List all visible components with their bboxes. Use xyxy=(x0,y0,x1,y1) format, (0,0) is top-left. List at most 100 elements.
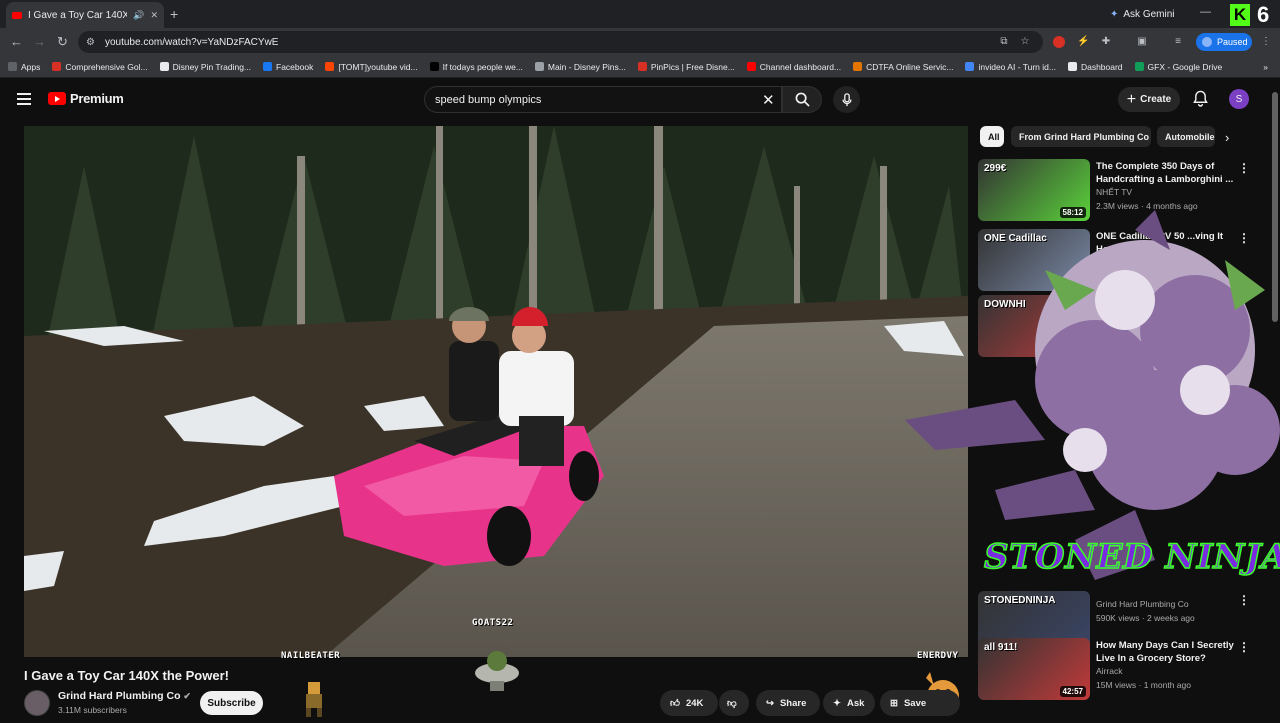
youtube-premium-logo[interactable]: Premium xyxy=(48,91,124,106)
chips-next-icon[interactable]: › xyxy=(1225,130,1229,145)
bookmark-favicon-icon xyxy=(325,62,335,71)
install-app-icon[interactable]: ⧉ xyxy=(998,36,1010,48)
bookmark-item[interactable]: Apps xyxy=(8,62,40,72)
account-avatar[interactable]: S xyxy=(1229,89,1249,109)
save-playlist-icon: ⊞ xyxy=(890,697,898,709)
subscribe-button[interactable]: Subscribe xyxy=(200,691,263,715)
bookmark-item[interactable]: invideo AI - Turn id... xyxy=(965,62,1056,72)
bookmark-item[interactable]: PinPics | Free Disne... xyxy=(637,62,735,72)
share-button[interactable]: ↪ Share xyxy=(756,690,820,716)
youtube-header: Premium speed bump olympics ✕ + Create S xyxy=(0,78,1280,122)
menu-hamburger-icon[interactable] xyxy=(17,93,31,108)
video-thumbnail[interactable]: all 911! 42:57 xyxy=(978,638,1090,700)
profile-icon xyxy=(1202,37,1212,47)
url-text: youtube.com/watch?v=YaNDzFACYwE xyxy=(104,36,279,48)
bookmarks-overflow-icon[interactable]: » xyxy=(1263,62,1268,72)
voice-search-button[interactable] xyxy=(833,86,860,113)
channel-name[interactable]: Grind Hard Plumbing Co ✔ xyxy=(58,690,191,702)
bookmark-favicon-icon xyxy=(429,62,439,71)
search-button[interactable] xyxy=(782,86,822,113)
like-button[interactable]: 👍︎ 24K xyxy=(660,690,718,716)
save-button[interactable]: ⊞ Save xyxy=(880,690,960,716)
browser-toolbar: ← → ↻ ⚙ youtube.com/watch?v=YaNDzFACYwE … xyxy=(0,28,1280,56)
notifications-bell-icon[interactable] xyxy=(1193,90,1208,112)
page-scrollbar[interactable] xyxy=(1272,92,1278,322)
related-video-meta: 15M views · 1 month ago xyxy=(1096,680,1191,690)
chip-channel[interactable]: From Grind Hard Plumbing Co xyxy=(1011,126,1151,147)
profile-paused-button[interactable]: Paused xyxy=(1196,33,1252,51)
more-actions-icon[interactable]: ⋮ xyxy=(1238,593,1250,607)
microphone-icon xyxy=(841,92,852,106)
bookmark-favicon-icon xyxy=(965,62,975,71)
related-video-title[interactable]: How Many Days Can I Secretly Live In a G… xyxy=(1096,639,1236,665)
youtube-favicon-icon xyxy=(12,11,22,19)
bookmark-item[interactable]: [TOMT]youtube vid... xyxy=(325,62,418,72)
back-icon[interactable]: ← xyxy=(10,34,23,49)
stoned-ninja-overlay xyxy=(895,210,1280,590)
more-actions-icon[interactable]: ⋮ xyxy=(1238,161,1250,175)
bookmark-favicon-icon xyxy=(853,62,863,71)
save-label: Save xyxy=(903,697,927,709)
apps-grid-icon xyxy=(8,62,17,71)
thumbnail-text: 299€ xyxy=(984,163,1007,174)
video-player[interactable] xyxy=(24,126,968,657)
related-video-title[interactable]: The Complete 350 Days of Handcrafting a … xyxy=(1096,160,1236,186)
share-icon: ↪ xyxy=(766,697,774,709)
bookmark-item[interactable]: Facebook xyxy=(263,62,313,72)
related-video-channel[interactable]: Airrack xyxy=(1096,666,1122,676)
overlay-name-right: ENERDVY xyxy=(917,651,959,661)
tab-title: I Gave a Toy Car 140X the P xyxy=(28,9,128,21)
subscriber-count: 3.11M subscribers xyxy=(58,705,127,715)
tab-audio-icon[interactable]: 🔊 xyxy=(133,10,144,21)
address-bar[interactable]: ⚙ youtube.com/watch?v=YaNDzFACYwE xyxy=(78,31,1043,53)
search-input[interactable]: speed bump olympics xyxy=(424,86,782,113)
bookmark-star-icon[interactable]: ☆ xyxy=(1019,36,1031,48)
tab-close-icon[interactable]: ✕ xyxy=(150,10,158,21)
bookmark-item[interactable]: Dashboard xyxy=(1067,62,1123,72)
dislike-button[interactable]: 👎︎ xyxy=(719,690,749,716)
bookmark-item[interactable]: Main - Disney Pins... xyxy=(534,61,626,72)
bookmark-favicon-icon xyxy=(1067,62,1077,71)
search-icon xyxy=(795,92,810,107)
minimize-icon[interactable]: — xyxy=(1200,6,1211,18)
related-video-channel[interactable]: Grind Hard Plumbing Co xyxy=(1096,599,1189,609)
bookmark-item[interactable]: Disney Pin Trading... xyxy=(159,62,251,72)
video-frame xyxy=(24,126,968,657)
site-info-icon[interactable]: ⚙ xyxy=(86,37,95,48)
bookmark-item[interactable]: Channel dashboard... xyxy=(746,61,842,72)
more-actions-icon[interactable]: ⋮ xyxy=(1238,640,1250,654)
bookmark-item[interactable]: CDTFA Online Servic... xyxy=(853,62,953,72)
bookmark-item[interactable]: GFX - Google Drive xyxy=(1134,61,1223,72)
sparkle-icon: ✦ xyxy=(833,697,841,709)
media-controls-icon[interactable]: ≡ xyxy=(1172,36,1184,48)
chip-automobile[interactable]: Automobile xyxy=(1157,126,1215,147)
thumbnail-text: STONEDNINJA xyxy=(984,595,1056,606)
extension-red-icon[interactable] xyxy=(1053,36,1065,48)
ask-button[interactable]: ✦ Ask xyxy=(823,690,875,716)
chip-all[interactable]: All xyxy=(980,126,1004,147)
bookmark-label: Main - Disney Pins... xyxy=(547,61,626,72)
overlay-avatar-icon xyxy=(472,645,522,695)
extensions-puzzle-icon[interactable]: ✚ xyxy=(1100,36,1112,48)
logo-text: Premium xyxy=(70,91,124,106)
forward-icon[interactable]: → xyxy=(33,34,46,49)
create-button[interactable]: + Create xyxy=(1118,87,1180,112)
search-clear-icon[interactable]: ✕ xyxy=(762,91,775,109)
browser-menu-icon[interactable]: ⋮ xyxy=(1260,36,1272,48)
bookmark-favicon-icon xyxy=(746,62,756,71)
ask-gemini-label: Ask Gemini xyxy=(1123,8,1175,20)
bookmark-item[interactable]: Comprehensive Gol... xyxy=(52,62,148,72)
channel-avatar[interactable] xyxy=(24,690,50,716)
ask-gemini-button[interactable]: ✦ Ask Gemini xyxy=(1104,5,1180,23)
related-video-channel[interactable]: NHẾT TV xyxy=(1096,187,1132,197)
bookmark-item[interactable]: If todays people we... xyxy=(429,62,523,72)
bookmark-label: Channel dashboard... xyxy=(759,61,842,72)
browser-tab[interactable]: I Gave a Toy Car 140X the P 🔊 ✕ xyxy=(6,2,164,28)
reload-icon[interactable]: ↻ xyxy=(57,34,68,50)
extension-blue-icon[interactable]: ⚡ xyxy=(1077,36,1089,48)
kick-logo: K xyxy=(1230,4,1250,26)
new-tab-button[interactable]: + xyxy=(170,6,178,22)
sidepanel-icon[interactable]: ▣ xyxy=(1136,36,1148,48)
bookmark-favicon-icon xyxy=(159,62,169,71)
bookmark-label: GFX - Google Drive xyxy=(1147,61,1223,72)
